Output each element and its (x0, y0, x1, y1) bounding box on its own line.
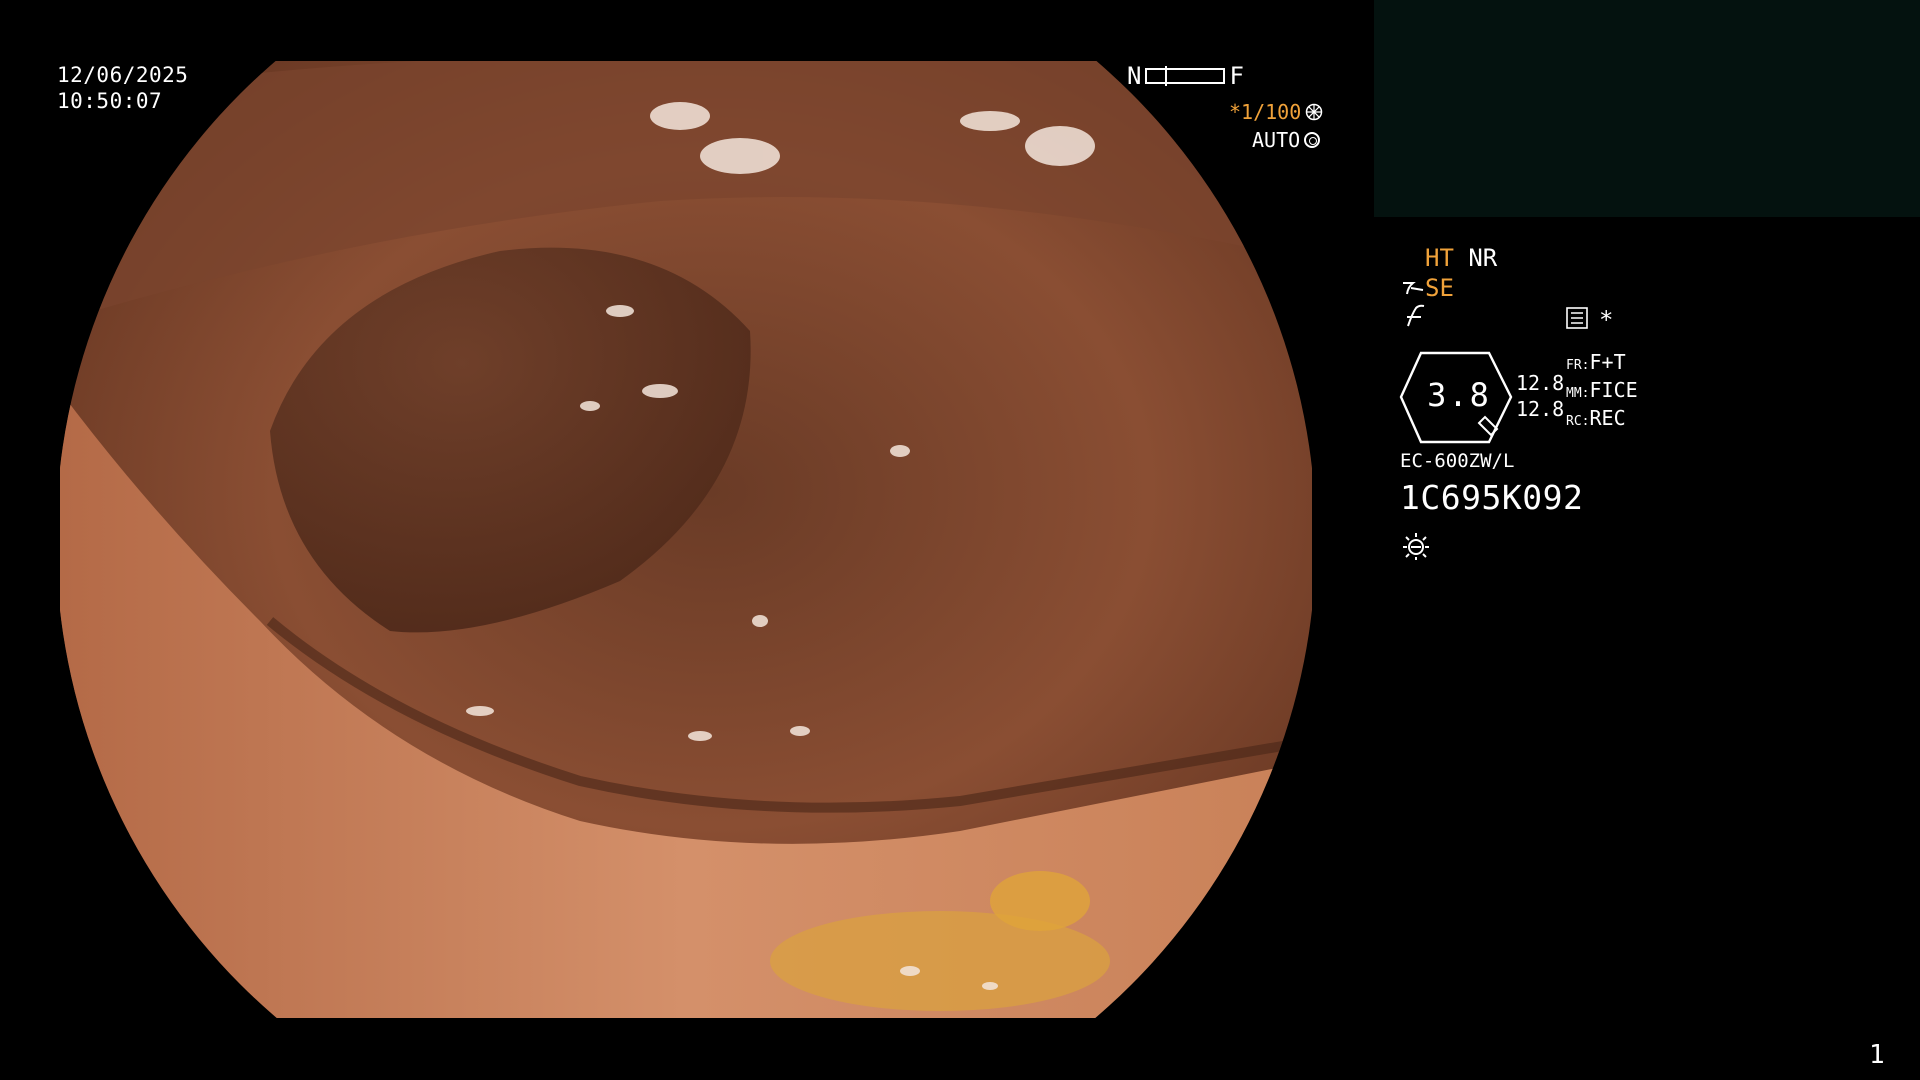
iris-mode-value: AUTO (1252, 128, 1301, 152)
focus-far-label: F (1229, 62, 1244, 90)
fr-value: F+T (1589, 350, 1626, 374)
time-display: 10:50:07 (57, 89, 163, 113)
fr-row: FR:F+T (1566, 350, 1638, 378)
endoscope-view (60, 61, 1312, 1018)
fr-key: FR: (1566, 358, 1590, 373)
menu-list-icon (1566, 307, 1588, 329)
page-number: 1 (1869, 1040, 1885, 1070)
endoscope-image (60, 61, 1312, 1018)
focus-marker (1165, 66, 1168, 86)
se-label: SE (1425, 274, 1454, 302)
iris-mode: AUTO (1252, 128, 1321, 152)
freeze-curve-icon (1404, 304, 1426, 334)
scope-angle-icon (1403, 282, 1424, 295)
se-row: SE (1401, 274, 1454, 302)
focus-bar (1145, 66, 1226, 86)
magnification-values: 12.8 12.8 (1516, 370, 1564, 422)
rc-row: RC:REC (1566, 406, 1638, 434)
focus-near-label: N (1127, 62, 1142, 90)
mm-value: FICE (1589, 378, 1638, 402)
focus-indicator: N F (1127, 62, 1244, 90)
iris-icon (1304, 132, 1321, 148)
ht-label: HT (1425, 244, 1454, 272)
nr-label: NR (1468, 244, 1498, 272)
scope-serial: 1C695K092 (1400, 478, 1584, 517)
mm-row: MM:FICE (1566, 378, 1638, 406)
star-indicator: * (1599, 306, 1614, 334)
mag-value-2: 12.8 (1516, 397, 1565, 421)
zoom-value: 3.8 (1427, 376, 1491, 414)
rc-key: RC: (1566, 414, 1590, 429)
shutter-value: *1/100 (1229, 100, 1302, 124)
shutter-readout: *1/100 (1229, 100, 1323, 124)
light-sun-icon (1403, 533, 1429, 560)
rc-value: REC (1589, 406, 1626, 430)
mm-key: MM: (1566, 386, 1590, 401)
scope-model: EC-600ZW/L (1400, 450, 1515, 472)
mag-value-1: 12.8 (1516, 371, 1565, 395)
mode-labels: FR:F+T MM:FICE RC:REC (1566, 350, 1638, 434)
date-display: 12/06/2025 (57, 63, 189, 87)
sub-image-panel (1374, 0, 1920, 217)
aperture-icon (1306, 103, 1323, 121)
ht-nr-row: HT NR (1425, 244, 1497, 272)
